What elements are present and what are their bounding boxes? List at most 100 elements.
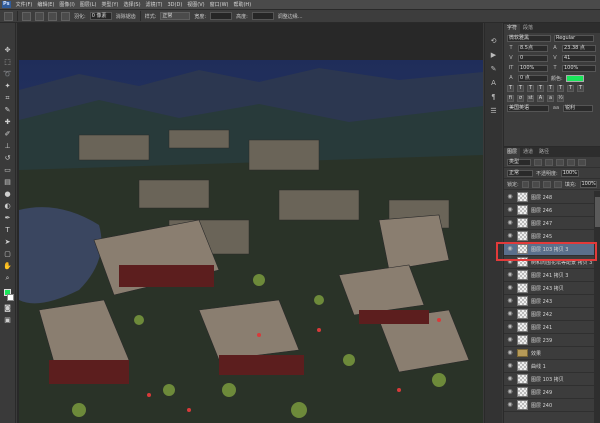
layer-list[interactable]: ◉ 图层 248 ◉ 图层 246 ◉ 图层 247 ◉ 图层 245 ◉ 图层 103 拷贝 3… bbox=[504, 191, 594, 423]
path-selection-tool-icon[interactable]: ➤ bbox=[3, 237, 13, 247]
fill-field[interactable]: 100% bbox=[579, 180, 597, 188]
layer-row[interactable]: ◉ 图层 241 拷贝 3 bbox=[504, 269, 594, 282]
layer-row[interactable]: ◉ 效果 bbox=[504, 347, 594, 360]
layer-row[interactable]: ◉ 图层 245 bbox=[504, 230, 594, 243]
layer-row[interactable]: ◉ 图层 103 拷贝 3 bbox=[504, 243, 594, 256]
menu-window[interactable]: 窗口(W) bbox=[210, 1, 229, 8]
add-selection-button[interactable] bbox=[35, 11, 44, 21]
actions-panel-icon[interactable]: ▶ bbox=[489, 51, 498, 60]
healing-brush-tool-icon[interactable]: ✚ bbox=[3, 117, 13, 127]
menu-image[interactable]: 图像(I) bbox=[59, 1, 74, 8]
tab-channels[interactable]: 通道 bbox=[520, 148, 536, 157]
blur-tool-icon[interactable]: ● bbox=[3, 189, 13, 199]
menu-file[interactable]: 文件(F) bbox=[16, 1, 33, 8]
underline-button[interactable]: T bbox=[567, 84, 574, 92]
width-input[interactable] bbox=[210, 12, 233, 20]
tab-paragraph[interactable]: 段落 bbox=[520, 24, 536, 33]
menu-edit[interactable]: 编辑(E) bbox=[37, 1, 54, 8]
menu-3d[interactable]: 3D(D) bbox=[168, 2, 183, 8]
visibility-eye-icon[interactable]: ◉ bbox=[506, 284, 514, 292]
language-select[interactable]: 美国英语 bbox=[507, 104, 549, 112]
layers-scrollbar-thumb[interactable] bbox=[595, 197, 600, 227]
layer-row[interactable]: ◉ 图层 240 bbox=[504, 399, 594, 412]
layer-row[interactable]: ◉ 图层 249 bbox=[504, 386, 594, 399]
adjustment-filter-icon[interactable] bbox=[545, 158, 553, 166]
tracking-field[interactable]: 41 bbox=[562, 54, 596, 62]
brush-tool-icon[interactable]: ✐ bbox=[3, 129, 13, 139]
layers-scrollbar[interactable] bbox=[594, 191, 600, 423]
magic-wand-tool-icon[interactable]: ✦ bbox=[3, 81, 13, 91]
visibility-eye-icon[interactable]: ◉ bbox=[506, 375, 514, 383]
subtract-selection-button[interactable] bbox=[48, 11, 57, 21]
move-tool-icon[interactable]: ✥ bbox=[3, 45, 13, 55]
shape-tool-icon[interactable]: ▢ bbox=[3, 249, 13, 259]
new-selection-button[interactable] bbox=[22, 11, 31, 21]
visibility-eye-icon[interactable]: ◉ bbox=[506, 271, 514, 279]
horizontal-scale-field[interactable]: 100% bbox=[562, 64, 596, 72]
visibility-eye-icon[interactable]: ◉ bbox=[506, 297, 514, 305]
style-select[interactable]: 正常 bbox=[160, 12, 191, 20]
layer-row[interactable]: ◉ 图层 248 bbox=[504, 191, 594, 204]
tab-paths[interactable]: 路径 bbox=[536, 148, 552, 157]
all-caps-button[interactable]: T bbox=[527, 84, 534, 92]
height-input[interactable] bbox=[251, 12, 274, 20]
lock-image-icon[interactable] bbox=[532, 180, 541, 188]
lasso-tool-icon[interactable]: ➰ bbox=[3, 69, 13, 79]
ligature-button[interactable]: fi bbox=[507, 94, 514, 102]
visibility-eye-icon[interactable]: ◉ bbox=[506, 206, 514, 214]
pixel-filter-icon[interactable] bbox=[534, 158, 542, 166]
menu-help[interactable]: 帮助(H) bbox=[233, 1, 251, 8]
quick-mask-icon[interactable]: ◙ bbox=[3, 303, 13, 313]
visibility-eye-icon[interactable]: ◉ bbox=[506, 362, 514, 370]
dodge-tool-icon[interactable]: ◐ bbox=[3, 201, 13, 211]
menu-type[interactable]: 类型(Y) bbox=[101, 1, 118, 8]
menu-layer[interactable]: 图层(L) bbox=[80, 1, 97, 8]
ordinal-button[interactable]: a bbox=[547, 94, 554, 102]
font-style-select[interactable]: Regular bbox=[554, 34, 594, 42]
character-panel-icon[interactable]: A bbox=[489, 79, 498, 88]
visibility-eye-icon[interactable]: ◉ bbox=[506, 232, 514, 240]
history-panel-icon[interactable]: ⟲ bbox=[489, 37, 498, 46]
marquee-tool-icon[interactable]: ⬚ bbox=[3, 57, 13, 67]
tab-layers[interactable]: 图层 bbox=[504, 148, 521, 157]
baseline-shift-field[interactable]: 0 点 bbox=[518, 74, 548, 82]
visibility-eye-icon[interactable]: ◉ bbox=[506, 219, 514, 227]
tab-character[interactable]: 字符 bbox=[504, 24, 521, 33]
visibility-eye-icon[interactable]: ◉ bbox=[506, 388, 514, 396]
smart-object-filter-icon[interactable] bbox=[578, 158, 586, 166]
gradient-tool-icon[interactable]: ▤ bbox=[3, 177, 13, 187]
layer-row[interactable]: ◉ 图层 243 拷贝 bbox=[504, 282, 594, 295]
visibility-eye-icon[interactable]: ◉ bbox=[506, 336, 514, 344]
superscript-button[interactable]: T bbox=[547, 84, 554, 92]
layer-row[interactable]: ◉ 图层 247 bbox=[504, 217, 594, 230]
zoom-tool-icon[interactable]: ⌕ bbox=[3, 273, 13, 283]
crop-tool-icon[interactable]: ⌗ bbox=[3, 93, 13, 103]
visibility-eye-icon[interactable]: ◉ bbox=[506, 310, 514, 318]
layer-row[interactable]: ◉ 图层 246 bbox=[504, 204, 594, 217]
type-tool-icon[interactable]: T bbox=[3, 225, 13, 235]
layer-row[interactable]: ◉ 树和周围花坛等配景 拷贝 3 bbox=[504, 256, 594, 269]
visibility-eye-icon[interactable]: ◉ bbox=[506, 401, 514, 409]
refine-edge-button[interactable]: 调整边缘... bbox=[278, 13, 303, 20]
small-caps-button[interactable]: T bbox=[537, 84, 544, 92]
layer-row[interactable]: ◉ 图层 241 bbox=[504, 321, 594, 334]
menu-filter[interactable]: 滤镜(T) bbox=[146, 1, 163, 8]
titling-button[interactable]: A bbox=[537, 94, 544, 102]
antialias-select[interactable]: 锐利 bbox=[563, 104, 593, 112]
antialias-checkbox[interactable]: 消除锯齿 bbox=[116, 13, 136, 20]
layer-row[interactable]: ◉ 图层 242 bbox=[504, 308, 594, 321]
leading-field[interactable]: 23.38 点 bbox=[562, 44, 596, 52]
visibility-eye-icon[interactable]: ◉ bbox=[506, 258, 514, 266]
subscript-button[interactable]: T bbox=[557, 84, 564, 92]
clone-stamp-tool-icon[interactable]: ⊥ bbox=[3, 141, 13, 151]
hand-tool-icon[interactable]: ✋ bbox=[3, 261, 13, 271]
type-filter-icon[interactable] bbox=[556, 158, 564, 166]
font-family-select[interactable]: 微软雅黑 bbox=[507, 34, 551, 42]
vertical-scale-field[interactable]: 100% bbox=[518, 64, 548, 72]
brush-panel-icon[interactable]: ✎ bbox=[489, 65, 498, 74]
strikethrough-button[interactable]: T bbox=[577, 84, 584, 92]
paragraph-panel-icon[interactable]: ¶ bbox=[489, 93, 498, 102]
layer-row[interactable]: ◉ 图层 239 bbox=[504, 334, 594, 347]
eraser-tool-icon[interactable]: ▭ bbox=[3, 165, 13, 175]
marquee-tool-preset-button[interactable] bbox=[4, 11, 13, 21]
